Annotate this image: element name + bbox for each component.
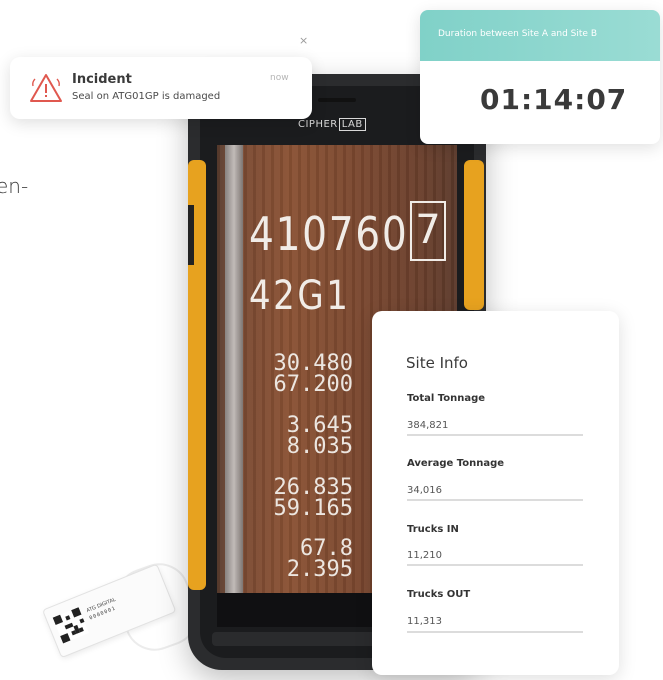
duration-card: Duration between Site A and Site B 01:14… (420, 10, 660, 144)
warning-icon (30, 74, 62, 102)
phone-brand-logo: CIPHER LAB (298, 118, 366, 131)
close-icon[interactable]: × (299, 34, 308, 47)
field-divider (407, 631, 583, 633)
trucks-out-label: Trucks OUT (407, 589, 471, 600)
average-tonnage-value: 34,016 (407, 485, 442, 496)
incident-message: Seal on ATG01GP is damaged (72, 91, 221, 102)
phone-side-button (188, 205, 194, 265)
weight-line: 26.835 59.165 (273, 475, 353, 521)
duration-header: Duration between Site A and Site B (420, 10, 660, 61)
incident-title: Incident (72, 72, 132, 87)
incident-time: now (270, 73, 289, 83)
container-check-digit: 7 (410, 201, 446, 261)
trucks-out-value: 11,313 (407, 616, 442, 627)
site-info-card: Site Info Total Tonnage 384,821 Average … (372, 311, 619, 675)
container-number: 410760 (249, 207, 409, 261)
site-info-title: Site Info (406, 354, 468, 372)
weight-line: 30.480 67.200 (273, 351, 353, 397)
incident-notification[interactable]: Incident Seal on ATG01GP is damaged now (10, 57, 312, 119)
duration-value: 01:14:07 (480, 83, 628, 116)
trucks-in-value: 11,210 (407, 550, 442, 561)
total-tonnage-label: Total Tonnage (407, 393, 486, 404)
container-type-code: 42G1 (249, 273, 351, 319)
field-divider (407, 564, 583, 566)
average-tonnage-label: Average Tonnage (407, 458, 505, 469)
duration-label: Duration between Site A and Site B (438, 29, 597, 39)
phone-speaker (318, 98, 356, 102)
field-divider (407, 434, 583, 436)
qr-code-icon (52, 607, 90, 644)
trucks-in-label: Trucks IN (407, 524, 459, 535)
field-divider (407, 499, 583, 501)
container-pipe (225, 145, 243, 593)
weight-line: 3.645 8.035 (286, 413, 353, 459)
weight-line: 67.8 2.395 (286, 536, 353, 582)
phone-bumper-right (464, 160, 484, 310)
total-tonnage-value: 384,821 (407, 420, 449, 431)
clipped-text: en- (0, 174, 29, 198)
